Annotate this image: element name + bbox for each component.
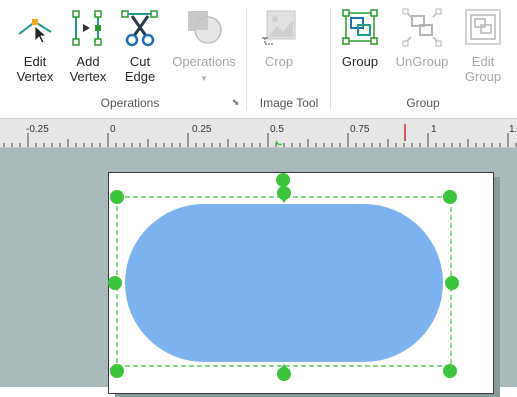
edit-group-button[interactable]: Edit Group [452,8,514,84]
group-caption-operations: Operations [100,96,160,110]
horizontal-ruler[interactable]: -0.25 0 0.25 0.5 0.75 1 1. [0,119,517,148]
ungroup-button[interactable]: UnGroup [391,8,453,69]
ungroup-label: UnGroup [395,54,449,69]
cut-edge-button[interactable]: Cut Edge [109,8,171,84]
chevron-down-icon: ▼ [200,74,208,83]
operations-button[interactable]: Operations ▼ [168,8,240,86]
group-label: Group [341,54,379,69]
edit-vertex-icon [15,8,55,48]
ruler-center-marker [275,140,283,146]
crop-icon [259,8,299,48]
ruler-label: 1 [431,124,437,135]
ruler-label: 0.75 [350,124,370,135]
crop-button[interactable]: Crop [248,8,310,69]
group-icon [340,8,380,48]
resize-handle-top-right[interactable] [443,190,457,204]
resize-handle-top-left[interactable] [110,190,124,204]
ruler-label: 1. [509,124,517,135]
resize-handle-left[interactable] [104,276,122,290]
group-caption-group: Group [406,96,440,110]
resize-handle-right[interactable] [445,276,459,290]
ungroup-icon [402,8,442,48]
ruler-label: 0.5 [270,124,284,135]
resize-handle-top-pointer [280,197,288,203]
add-vertex-icon [68,8,108,48]
edit-group-label: Edit Group [464,54,502,84]
ruler-label: -0.25 [26,124,49,135]
cut-edge-label: Cut Edge [124,54,156,84]
canvas-layer [104,173,459,381]
resize-handle-bottom-pointer [280,364,288,370]
ruler-label: 0 [110,124,116,135]
canvas-workspace[interactable] [0,148,517,397]
group-caption-image-tool: Image Tool [259,96,319,110]
operations-label: Operations [172,54,236,69]
ruler-label: 0.25 [192,124,212,135]
edit-group-icon [463,8,503,48]
pie-operations-icon [184,8,224,48]
resize-handle-top[interactable] [276,173,291,187]
ruler-ticks [3,124,517,147]
crop-label: Crop [264,54,294,69]
scissors-icon [120,8,160,48]
resize-handle-bottom-right[interactable] [443,364,457,378]
resize-handle-bottom-left[interactable] [110,364,124,378]
rounded-rectangle-shape[interactable] [125,204,443,362]
group-button[interactable]: Group [329,8,391,69]
ribbon-toolbar: Edit Vertex Add Vertex Cut Edge Operatio… [0,0,517,119]
group-separator [246,8,247,110]
dialog-launcher-icon[interactable]: ⬊ [231,98,240,107]
